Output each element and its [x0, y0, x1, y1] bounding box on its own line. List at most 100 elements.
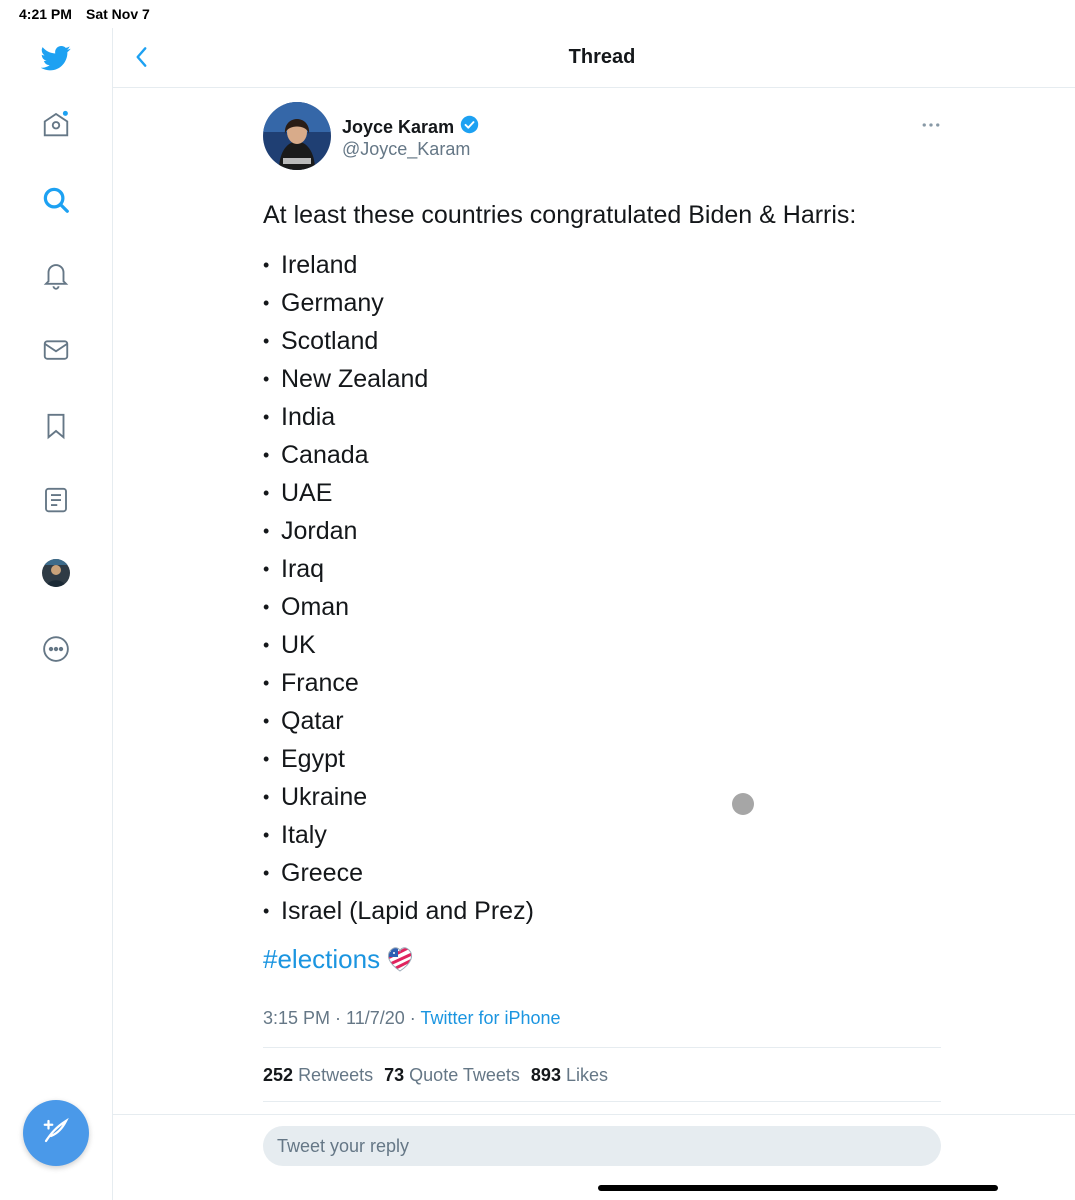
bullet: • — [263, 825, 270, 845]
quote-count: 73 — [384, 1065, 405, 1085]
country-name: Israel (Lapid and Prez) — [281, 897, 534, 925]
likes-count: 893 — [530, 1065, 561, 1085]
country-name: Iraq — [281, 555, 325, 583]
country-name: New Zealand — [281, 365, 429, 393]
compose-tweet-icon — [41, 1116, 71, 1151]
status-date: Sat Nov 7 — [86, 6, 150, 22]
country-list: • Ireland • Germany • Scotland • New Zealand • In… — [263, 246, 534, 930]
ellipsis-icon — [922, 123, 940, 127]
tweet-text-intro: At least these countries congratulated B… — [263, 201, 857, 229]
tweet-more-button[interactable] — [919, 116, 943, 134]
bullet: • — [263, 635, 270, 655]
bullet: • — [263, 673, 270, 693]
bullet: • — [263, 255, 270, 275]
country-name: Greece — [281, 859, 363, 887]
reply-input[interactable]: Tweet your reply — [263, 1126, 941, 1166]
divider — [263, 1047, 941, 1048]
bullet: • — [263, 559, 270, 579]
twitter-logo-icon[interactable] — [36, 38, 76, 78]
country-list-item: • UK — [263, 626, 534, 664]
meta-separator: · — [404, 1008, 421, 1028]
tweet-date[interactable]: 11/7/20 — [346, 1008, 405, 1028]
country-list-item: • Jordan — [263, 512, 534, 550]
country-list-item: • New Zealand — [263, 360, 534, 398]
status-time: 4:21 PM — [19, 6, 72, 22]
home-indicator[interactable] — [598, 1185, 998, 1191]
author-name-text[interactable]: Joyce Karam — [342, 117, 454, 138]
tweet-time[interactable]: 3:15 PM — [263, 1008, 330, 1028]
quote-tweets-stat[interactable]: 73 Quote Tweets — [384, 1065, 520, 1085]
bullet: • — [263, 787, 270, 807]
country-list-item: • Canada — [263, 436, 534, 474]
bookmarks-icon[interactable] — [36, 406, 76, 446]
country-list-item: • Qatar — [263, 702, 534, 740]
country-list-item: • Greece — [263, 854, 534, 892]
touch-indicator — [732, 793, 754, 815]
country-list-item: • Ireland — [263, 246, 534, 284]
page-title: Thread — [568, 46, 636, 68]
likes-stat[interactable]: 893 Likes — [531, 1065, 608, 1085]
bullet: • — [263, 521, 270, 541]
meta-separator: · — [330, 1008, 347, 1028]
bullet: • — [263, 331, 270, 351]
bullet: • — [263, 711, 270, 731]
status-bar: 4:21 PM Sat Nov 7 — [0, 0, 1075, 28]
profile-avatar[interactable] — [42, 559, 70, 587]
retweets-stat[interactable]: 252 Retweets — [263, 1065, 373, 1085]
country-list-item: • Ukraine — [263, 778, 534, 816]
country-list-item: • Iraq — [263, 550, 534, 588]
bullet: • — [263, 407, 270, 427]
divider — [113, 1114, 1075, 1115]
notifications-icon[interactable] — [36, 255, 76, 295]
country-name: India — [281, 403, 336, 431]
bullet: • — [263, 483, 270, 503]
search-icon[interactable] — [36, 180, 76, 220]
quote-label: Quote Tweets — [409, 1065, 520, 1085]
author-handle[interactable]: @Joyce_Karam — [342, 139, 470, 160]
lists-icon[interactable] — [36, 480, 76, 520]
country-list-item: • Egypt — [263, 740, 534, 778]
bullet: • — [263, 369, 270, 389]
country-name: Egypt — [281, 745, 345, 773]
country-name: UAE — [281, 479, 333, 507]
tweet-stats: 252 Retweets 73 Quote Tweets 893 Likes — [263, 1065, 608, 1086]
hashtag-text[interactable]: #elections — [263, 944, 380, 975]
retweets-label: Retweets — [298, 1065, 374, 1085]
home-icon[interactable] — [36, 104, 76, 144]
tweet-source-link[interactable]: Twitter for iPhone — [420, 1008, 560, 1028]
country-name: Jordan — [281, 517, 358, 545]
country-list-item: • Germany — [263, 284, 534, 322]
hashtag-link[interactable]: #elections — [263, 943, 416, 975]
country-list-item: • UAE — [263, 474, 534, 512]
country-list-item: • Scotland — [263, 322, 534, 360]
country-list-item: • Italy — [263, 816, 534, 854]
country-name: Qatar — [281, 707, 344, 735]
bullet: • — [263, 597, 270, 617]
country-list-item: • France — [263, 664, 534, 702]
author-avatar[interactable] — [263, 102, 331, 170]
country-list-item: • Israel (Lapid and Prez) — [263, 892, 534, 930]
country-list-item: • India — [263, 398, 534, 436]
country-name: Canada — [281, 441, 369, 469]
election-heart-icon — [384, 943, 416, 975]
country-name: UK — [281, 631, 316, 659]
messages-icon[interactable] — [36, 330, 76, 370]
sidebar — [0, 28, 113, 1200]
country-name: Ireland — [281, 251, 358, 279]
likes-label: Likes — [565, 1065, 609, 1085]
bullet: • — [263, 293, 270, 313]
verified-badge-icon — [460, 115, 479, 139]
compose-tweet-button[interactable] — [23, 1100, 89, 1166]
country-name: Scotland — [281, 327, 379, 355]
bullet: • — [263, 749, 270, 769]
more-icon[interactable] — [36, 629, 76, 669]
bullet: • — [263, 445, 270, 465]
country-name: Italy — [281, 821, 327, 849]
country-name: Oman — [281, 593, 350, 621]
author-name[interactable]: Joyce Karam — [342, 115, 479, 139]
thread-header: Thread — [113, 28, 1075, 88]
tweet-meta: 3:15 PM · 11/7/20 · Twitter for iPhone — [263, 1008, 561, 1029]
bullet: • — [263, 901, 270, 921]
country-name: Ukraine — [281, 783, 368, 811]
country-list-item: • Oman — [263, 588, 534, 626]
